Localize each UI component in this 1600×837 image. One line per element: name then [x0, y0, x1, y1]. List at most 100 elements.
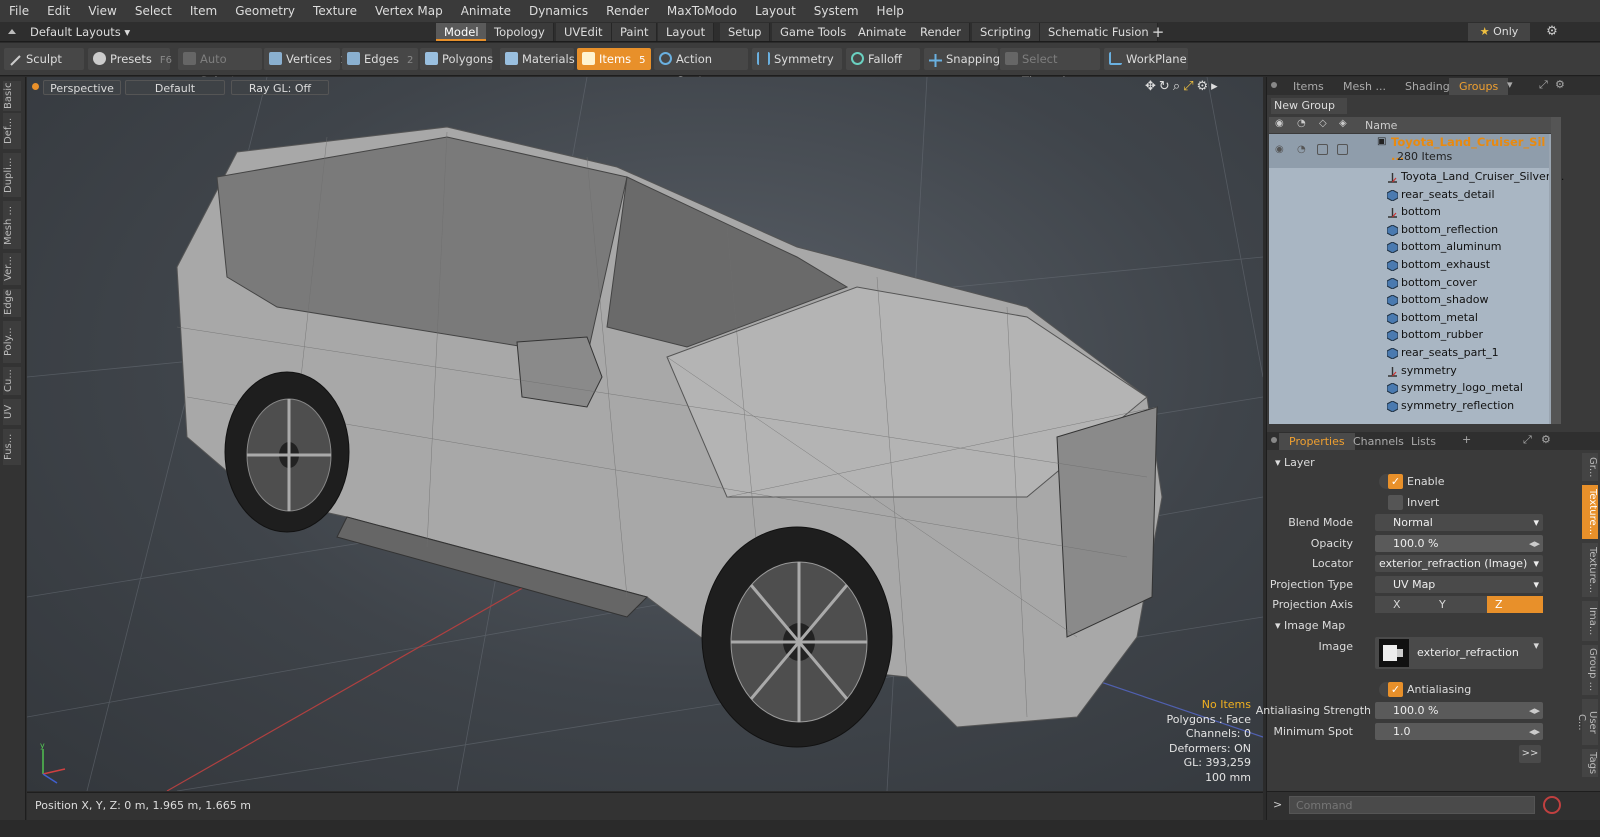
move-view-icon[interactable]: ✥	[1145, 79, 1159, 94]
eye-icon[interactable]: ◉	[1275, 144, 1284, 155]
props-grip-icon[interactable]	[1271, 437, 1277, 443]
image-selector[interactable]: exterior_refraction ▾	[1375, 637, 1543, 669]
layout-tab-game-tools[interactable]: Game Tools	[772, 23, 856, 41]
items-button[interactable]: Items 5	[577, 48, 651, 70]
min-spot-field[interactable]: 1.0 ◂▸	[1375, 723, 1543, 740]
tabs-dropdown-icon[interactable]: ▾	[1507, 78, 1513, 91]
tool-tab-9[interactable]: Fus...	[3, 429, 21, 465]
more-options-button[interactable]: >>	[1519, 745, 1541, 763]
menu-help[interactable]: Help	[868, 4, 913, 18]
falloff-button[interactable]: Falloff	[846, 48, 920, 70]
tool-tab-8[interactable]: UV	[3, 399, 21, 425]
tree-item[interactable]: bottom_cover	[1269, 274, 1551, 292]
tool-tab-2[interactable]: Dupli...	[3, 153, 21, 197]
group-row[interactable]: ◉ ◔ ▣ Toyota_Land_Cruiser_Sil ... 280 It…	[1269, 134, 1551, 168]
3d-viewport[interactable]: y Perspective Default Ray GL: Off ✥↻⌕⤢⚙▸…	[27, 77, 1263, 791]
viewport-expand-icon[interactable]: ▸	[1211, 79, 1221, 94]
menu-view[interactable]: View	[79, 4, 125, 18]
tool-tab-6[interactable]: Poly...	[3, 321, 21, 363]
tool-tab-3[interactable]: Mesh ...	[3, 201, 21, 249]
tree-item[interactable]: bottom_aluminum	[1269, 238, 1551, 256]
layout-tab-setup[interactable]: Setup	[720, 23, 771, 41]
tab-mesh[interactable]: Mesh ...	[1333, 78, 1396, 95]
image-map-section-header[interactable]: ▾ Image Map	[1275, 619, 1345, 632]
tab-groups[interactable]: Groups	[1449, 78, 1509, 95]
view-type-dropdown[interactable]: Perspective	[43, 80, 121, 95]
menu-item[interactable]: Item	[181, 4, 226, 18]
visibility-column-icon[interactable]: ◉	[1275, 118, 1284, 129]
layout-tab-uvedit[interactable]: UVEdit	[556, 23, 612, 41]
menu-layout[interactable]: Layout	[746, 4, 805, 18]
render-column-icon[interactable]: ◔	[1297, 118, 1306, 129]
snapping-button[interactable]: Snapping	[924, 48, 1000, 70]
layout-tab-topology[interactable]: Topology	[486, 23, 554, 41]
symmetry-button[interactable]: Symmetry	[752, 48, 842, 70]
invert-checkbox[interactable]	[1388, 495, 1403, 510]
viewport-options-icon[interactable]	[32, 83, 39, 90]
viewport-canvas[interactable]: y	[27, 77, 1263, 791]
select-through-button[interactable]: Select Through	[1000, 48, 1100, 88]
layer-section-header[interactable]: ▾ Layer	[1275, 456, 1315, 469]
add-props-tab-icon[interactable]: +	[1462, 433, 1471, 446]
menu-vertex-map[interactable]: Vertex Map	[366, 4, 452, 18]
props-gear-icon[interactable]: ⚙	[1541, 433, 1551, 446]
polygons-button[interactable]: Polygons	[420, 48, 493, 70]
menu-dynamics[interactable]: Dynamics	[520, 4, 597, 18]
menu-maxtomodo[interactable]: MaxToModo	[658, 4, 746, 18]
layout-tab-layout[interactable]: Layout	[658, 23, 715, 41]
menu-texture[interactable]: Texture	[304, 4, 366, 18]
aa-strength-field[interactable]: 100.0 % ◂▸	[1375, 702, 1543, 719]
panel-gear-icon[interactable]: ⚙	[1555, 78, 1565, 91]
tree-vscroll[interactable]	[1551, 117, 1561, 424]
edges-button[interactable]: Edges 2	[342, 48, 418, 70]
car-model[interactable]	[176, 126, 1163, 748]
only-button[interactable]: ★ Only	[1468, 23, 1530, 41]
side-tab-1[interactable]: Texture...	[1582, 485, 1598, 539]
add-tab-icon[interactable]: +	[1150, 23, 1166, 41]
tree-item[interactable]: bottom_reflection	[1269, 221, 1551, 239]
layout-tab-scripting[interactable]: Scripting	[972, 23, 1041, 41]
menu-geometry[interactable]: Geometry	[226, 4, 304, 18]
layout-tab-model[interactable]: Model	[436, 23, 488, 41]
side-tab-4[interactable]: Group ...	[1582, 645, 1598, 695]
select-box[interactable]	[1337, 144, 1348, 155]
side-tab-0[interactable]: Gr...	[1582, 453, 1598, 481]
panel-grip-icon[interactable]	[1271, 82, 1277, 88]
gear-icon[interactable]: ⚙	[1544, 23, 1560, 41]
sculpt-button[interactable]: Sculpt	[4, 48, 84, 70]
zoom-view-icon[interactable]: ⌕	[1173, 79, 1183, 94]
side-tab-3[interactable]: Ima...	[1582, 601, 1598, 641]
tool-tab-0[interactable]: Basic	[3, 81, 21, 111]
side-tab-6[interactable]: Tags	[1582, 749, 1598, 777]
render-icon[interactable]: ◔	[1297, 144, 1306, 155]
tab-lists[interactable]: Lists	[1401, 433, 1446, 450]
side-tab-2[interactable]: Texture...	[1582, 543, 1598, 597]
auto-select-button[interactable]: Auto Select	[178, 48, 262, 88]
tree-item[interactable]: bottom	[1269, 203, 1551, 221]
tab-items[interactable]: Items	[1283, 78, 1334, 95]
viewport-gear-icon[interactable]: ⚙	[1197, 79, 1212, 94]
action-center-button[interactable]: Action Center	[654, 48, 748, 88]
tree-item[interactable]: symmetry_logo_metal	[1269, 379, 1551, 397]
menu-animate[interactable]: Animate	[452, 4, 520, 18]
menu-select[interactable]: Select	[126, 4, 181, 18]
select-column-icon[interactable]: ◈	[1339, 118, 1347, 129]
tool-tab-5[interactable]: Edge	[3, 289, 21, 317]
enable-checkbox[interactable]: ✓	[1388, 474, 1403, 489]
shading-dropdown[interactable]: Default	[125, 80, 225, 95]
tree-item[interactable]: bottom_exhaust	[1269, 256, 1551, 274]
tree-item[interactable]: symmetry_reflection	[1269, 397, 1551, 415]
menu-file[interactable]: File	[0, 4, 38, 18]
props-expand-icon[interactable]: ⤢	[1523, 433, 1532, 447]
axis-x-button[interactable]: X	[1375, 596, 1431, 613]
tree-item[interactable]: bottom_rubber	[1269, 326, 1551, 344]
layout-tab-schematic-fusion[interactable]: Schematic Fusion	[1040, 23, 1158, 41]
new-group-button[interactable]: New Group	[1271, 98, 1347, 114]
lock-column-icon[interactable]: ◇	[1319, 118, 1327, 129]
lock-box[interactable]	[1317, 144, 1328, 155]
tree-item[interactable]: Toyota_Land_Cruiser_Silver ...	[1269, 168, 1564, 186]
menu-edit[interactable]: Edit	[38, 4, 79, 18]
tree-item[interactable]: bottom_metal	[1269, 309, 1551, 327]
tool-tab-1[interactable]: Def...	[3, 113, 21, 149]
panel-expand-icon[interactable]: ⤢	[1539, 78, 1548, 92]
